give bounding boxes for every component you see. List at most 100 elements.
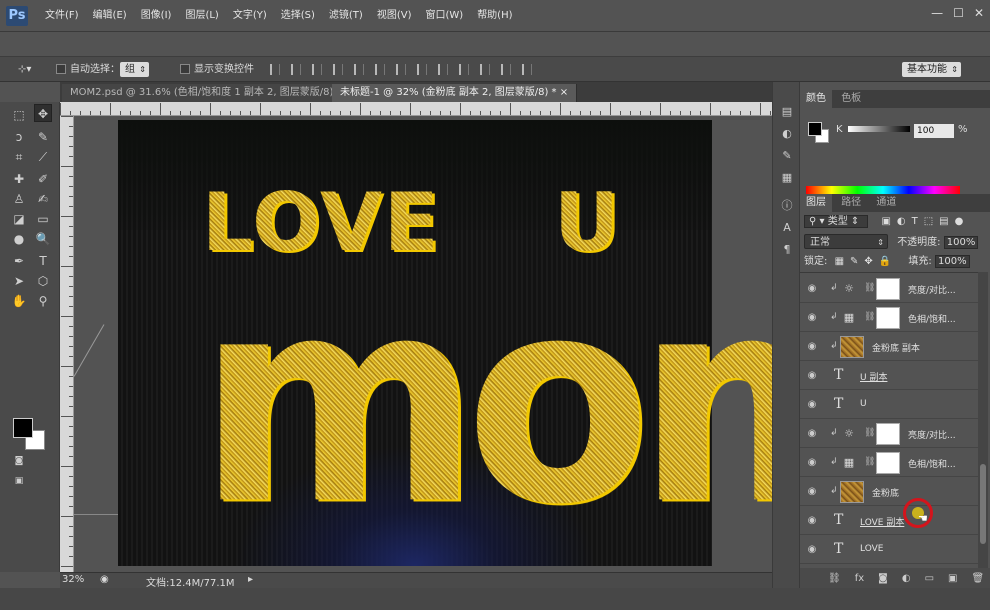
close-button[interactable]: ✕ xyxy=(974,6,984,20)
pen-tool-icon[interactable]: ✒ xyxy=(10,252,28,270)
move-tool-icon[interactable]: ✥ xyxy=(34,104,52,122)
fill-input[interactable]: 100% xyxy=(934,255,970,268)
transform-controls-checkbox[interactable] xyxy=(180,64,190,74)
align-right-icon[interactable] xyxy=(375,64,385,75)
layer-row[interactable]: ◉ ↲ ▦ ⛓ 色相/饱和... xyxy=(800,304,978,332)
layer-row[interactable]: ◉ ↲ 金粉底 xyxy=(800,478,978,506)
tab-untitled-1[interactable]: 未标题-1 @ 32% (金粉底 副本 2, 图层蒙版/8) * × xyxy=(332,84,578,102)
layer-name[interactable]: U 副本 xyxy=(860,370,887,383)
layer-row[interactable]: ◉ T U xyxy=(800,391,978,419)
distribute-left-icon[interactable] xyxy=(459,64,469,75)
menu-help[interactable]: 帮助(H) xyxy=(470,0,519,32)
align-hcenter-icon[interactable] xyxy=(354,64,364,75)
blend-mode-dropdown[interactable]: 正常 xyxy=(804,234,888,250)
auto-select-option[interactable]: 自动选择： xyxy=(56,62,120,78)
layer-name[interactable]: U xyxy=(860,399,867,409)
tab-mom2[interactable]: MOM2.psd @ 31.6% (色相/饱和度 1 副本 2, 图层蒙版/8)… xyxy=(62,84,363,102)
shape-tool-icon[interactable]: ⬡ xyxy=(34,272,52,290)
layer-row[interactable]: ◉ ↲ ☼ ⛓ 亮度/对比... xyxy=(800,275,978,303)
dodge-tool-icon[interactable]: 🔍 xyxy=(34,230,52,248)
path-select-tool-icon[interactable]: ➤ xyxy=(10,272,28,290)
canvas-workspace[interactable]: LOVE U mom xyxy=(74,116,772,572)
layer-name[interactable]: 色相/饱和... xyxy=(908,457,956,470)
minimize-button[interactable]: — xyxy=(931,6,943,20)
tab-paths[interactable]: 路径 xyxy=(835,194,867,212)
panel-foreground-swatch[interactable] xyxy=(808,122,822,136)
tab-swatches[interactable]: 色板 xyxy=(835,90,867,108)
visibility-eye-icon[interactable]: ◉ xyxy=(806,457,818,469)
quick-select-tool-icon[interactable]: ✎ xyxy=(34,128,52,146)
auto-select-dropdown[interactable]: 组 xyxy=(120,62,149,78)
add-mask-icon[interactable]: ◙ xyxy=(878,573,888,584)
history-brush-tool-icon[interactable]: ✍ xyxy=(34,190,52,208)
align-bottom-icon[interactable] xyxy=(312,64,322,75)
status-icon[interactable]: ◉ xyxy=(100,574,109,585)
layer-name[interactable]: 亮度/对比... xyxy=(908,283,956,296)
visibility-eye-icon[interactable]: ◉ xyxy=(806,399,818,411)
paragraph-panel-icon[interactable]: ¶ xyxy=(779,242,795,258)
layer-row[interactable]: ◉ T LOVE 副本 xyxy=(800,507,978,535)
brush-panel-icon[interactable]: ✎ xyxy=(779,148,795,164)
distribute-hcenter-icon[interactable] xyxy=(480,64,490,75)
properties-panel-icon[interactable]: ▦ xyxy=(779,170,795,186)
k-slider[interactable] xyxy=(848,126,910,132)
quick-mask-icon[interactable]: ◙ xyxy=(10,452,28,470)
layer-name[interactable]: 金粉底 xyxy=(872,486,899,499)
align-vcenter-icon[interactable] xyxy=(291,64,301,75)
marquee-tool-icon[interactable]: ⬚ xyxy=(10,106,28,124)
layers-scrollbar[interactable] xyxy=(978,272,988,568)
tab-color[interactable]: 颜色 xyxy=(800,90,832,108)
foreground-color-swatch[interactable] xyxy=(13,418,33,438)
layer-name[interactable]: 亮度/对比... xyxy=(908,428,956,441)
workspace-dropdown[interactable]: 基本功能 xyxy=(902,62,961,78)
type-tool-icon[interactable]: T xyxy=(34,252,52,270)
tab-channels[interactable]: 通道 xyxy=(870,194,902,212)
visibility-eye-icon[interactable]: ◉ xyxy=(806,515,818,527)
lock-icons[interactable]: ▦✎✥🔒 xyxy=(835,256,898,267)
visibility-eye-icon[interactable]: ◉ xyxy=(806,341,818,353)
menu-view[interactable]: 视图(V) xyxy=(370,0,419,32)
eyedropper-tool-icon[interactable]: ⟋ xyxy=(34,148,52,166)
info-panel-icon[interactable]: ⓘ xyxy=(779,198,795,214)
layer-mask-thumbnail[interactable] xyxy=(876,307,900,329)
visibility-eye-icon[interactable]: ◉ xyxy=(806,486,818,498)
menu-type[interactable]: 文字(Y) xyxy=(226,0,274,32)
kind-filter-dropdown[interactable]: ⚲ ▾ 类型 ⇕ xyxy=(804,215,869,228)
blur-tool-icon[interactable]: ● xyxy=(10,230,28,248)
maximize-button[interactable]: ☐ xyxy=(953,6,964,20)
visibility-eye-icon[interactable]: ◉ xyxy=(806,544,818,556)
layer-row[interactable]: ◉ ↲ 金粉底 副本 xyxy=(800,333,978,361)
layer-row[interactable]: ◉ T LOVE xyxy=(800,536,978,564)
layer-mask-thumbnail[interactable] xyxy=(876,278,900,300)
distribute-right-icon[interactable] xyxy=(501,64,511,75)
history-panel-icon[interactable]: ▤ xyxy=(779,104,795,120)
distribute-vcenter-icon[interactable] xyxy=(417,64,427,75)
mask-link-icon[interactable]: ⛓ xyxy=(864,283,875,293)
crop-tool-icon[interactable]: ⌗ xyxy=(10,148,28,166)
menu-select[interactable]: 选择(S) xyxy=(274,0,322,32)
align-top-icon[interactable] xyxy=(270,64,280,75)
brush-tool-icon[interactable]: ✐ xyxy=(34,170,52,188)
layer-row[interactable]: ◉ ↲ ☼ ⛓ 亮度/对比... xyxy=(800,420,978,448)
status-menu-arrow-icon[interactable]: ▸ xyxy=(248,574,253,585)
new-group-icon[interactable]: ▭ xyxy=(925,573,934,584)
auto-align-icon[interactable] xyxy=(522,64,532,75)
layer-name[interactable]: 金粉底 副本 xyxy=(872,341,920,354)
new-adjustment-icon[interactable]: ◐ xyxy=(902,573,911,584)
layer-mask-thumbnail[interactable] xyxy=(876,423,900,445)
k-value-input[interactable]: 100 xyxy=(914,124,954,138)
eraser-tool-icon[interactable]: ◪ xyxy=(10,210,28,228)
mask-link-icon[interactable]: ⛓ xyxy=(864,312,875,322)
layer-name[interactable]: LOVE 副本 xyxy=(860,515,904,528)
filter-icons[interactable]: ▣◐T⬚▤● xyxy=(881,216,969,227)
adjust-panel-icon[interactable]: ◐ xyxy=(779,126,795,142)
transform-controls-option[interactable]: 显示变换控件 xyxy=(180,62,254,78)
menu-file[interactable]: 文件(F) xyxy=(38,0,86,32)
layer-name[interactable]: 色相/饱和... xyxy=(908,312,956,325)
mask-link-icon[interactable]: ⛓ xyxy=(864,428,875,438)
menu-window[interactable]: 窗口(W) xyxy=(418,0,470,32)
auto-select-checkbox[interactable] xyxy=(56,64,66,74)
zoom-level[interactable]: 32% xyxy=(62,574,84,585)
menu-layer[interactable]: 图层(L) xyxy=(178,0,225,32)
hand-tool-icon[interactable]: ✋ xyxy=(10,292,28,310)
